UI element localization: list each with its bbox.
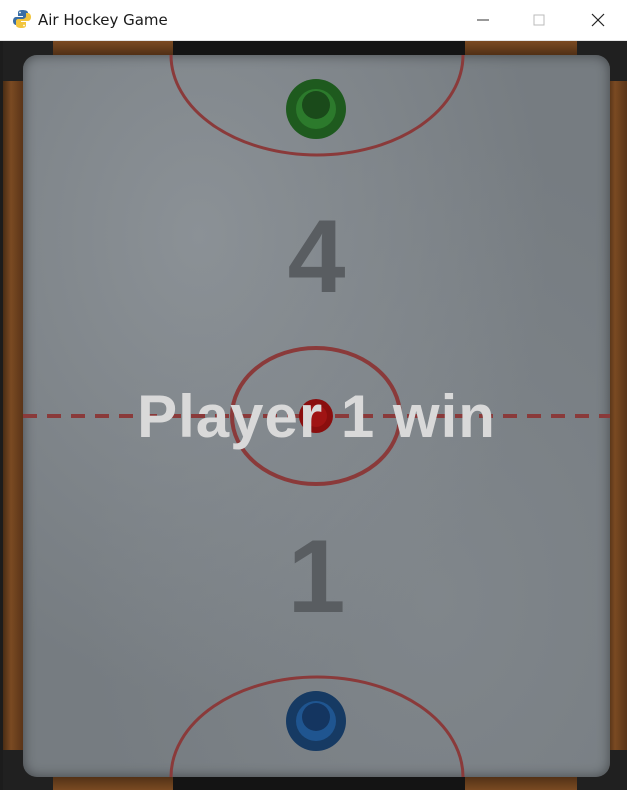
python-icon	[12, 9, 32, 29]
right-rail	[607, 81, 627, 771]
bottom-mallet	[286, 691, 346, 751]
minimize-button[interactable]	[460, 0, 506, 40]
window-title: Air Hockey Game	[38, 11, 168, 29]
bottom-player-score: 1	[287, 519, 346, 635]
game-canvas[interactable]: 4 1 Player 1 win	[0, 41, 627, 790]
minimize-icon	[477, 19, 489, 21]
top-player-score: 4	[287, 199, 346, 315]
table-frame: 4 1 Player 1 win	[3, 41, 627, 790]
left-rail	[3, 81, 23, 771]
top-mallet	[286, 79, 346, 139]
close-button[interactable]	[575, 0, 621, 40]
ice-surface: 4 1 Player 1 win	[23, 55, 610, 777]
title-bar[interactable]: Air Hockey Game	[0, 0, 627, 41]
winner-message: Player 1 win	[137, 383, 496, 450]
close-icon	[591, 13, 605, 27]
bottom-goal	[173, 776, 465, 790]
maximize-button[interactable]	[516, 0, 562, 40]
maximize-icon	[533, 14, 545, 26]
top-goal	[173, 41, 465, 55]
